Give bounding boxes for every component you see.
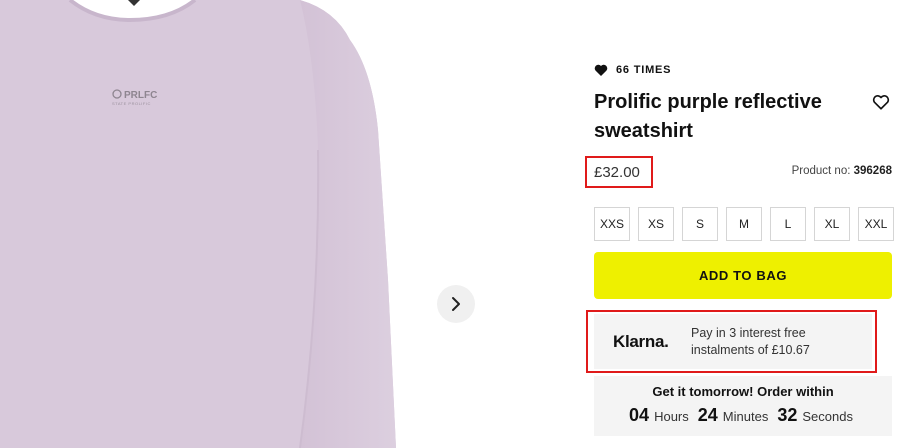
size-option-l[interactable]: L [770, 207, 806, 241]
size-selector: XXS XS S M L XL XXL [594, 207, 894, 241]
heart-filled-icon [594, 64, 608, 76]
countdown-minutes: 24 [697, 405, 718, 425]
countdown-seconds-label: Seconds [802, 409, 853, 424]
garment-print-text: PRLFC [124, 90, 157, 101]
product-title: Prolific purple reflective sweatshirt [594, 91, 822, 142]
size-option-xxl[interactable]: XXL [858, 207, 894, 241]
likes-text: 66 TIMES [616, 64, 672, 76]
product-number-label: Product no: [791, 165, 851, 177]
size-option-xs[interactable]: XS [638, 207, 674, 241]
product-photo: PRLFC STATE PROLIFIC [0, 0, 396, 448]
delivery-heading: Get it tomorrow! Order within [652, 384, 834, 399]
countdown-timer: 04 Hours 24 Minutes 32 Seconds [594, 405, 892, 426]
add-to-bag-button[interactable]: ADD TO BAG [594, 252, 892, 299]
wishlist-button[interactable] [870, 92, 892, 114]
likes-count: 66 TIMES [594, 64, 671, 76]
product-number: Product no: 396268 [792, 165, 892, 177]
product-image-gallery: PRLFC STATE PROLIFIC [0, 0, 500, 448]
delivery-countdown-panel: Get it tomorrow! Order within 04 Hours 2… [594, 376, 892, 436]
size-option-s[interactable]: S [682, 207, 718, 241]
klarna-line-1: Pay in 3 interest free [691, 325, 806, 340]
next-image-button[interactable] [437, 285, 475, 323]
klarna-logo: Klarna. [613, 331, 669, 351]
countdown-seconds: 32 [777, 405, 798, 425]
heart-outline-icon [872, 94, 890, 110]
garment-print-subtext: STATE PROLIFIC [112, 101, 151, 106]
product-number-value: 396268 [853, 165, 892, 177]
klarna-line-2: instalments of £10.67 [691, 342, 810, 357]
size-option-xxs[interactable]: XXS [594, 207, 630, 241]
countdown-hours: 04 [629, 405, 650, 425]
countdown-minutes-label: Minutes [722, 409, 769, 424]
size-option-m[interactable]: M [726, 207, 762, 241]
klarna-message: Pay in 3 interest free instalments of £1… [691, 325, 810, 359]
chevron-right-icon [452, 297, 460, 311]
product-price: £32.00 [594, 164, 640, 181]
countdown-hours-label: Hours [654, 409, 689, 424]
size-option-xl[interactable]: XL [814, 207, 850, 241]
klarna-payment-info[interactable]: Klarna. Pay in 3 interest free instalmen… [594, 314, 872, 369]
